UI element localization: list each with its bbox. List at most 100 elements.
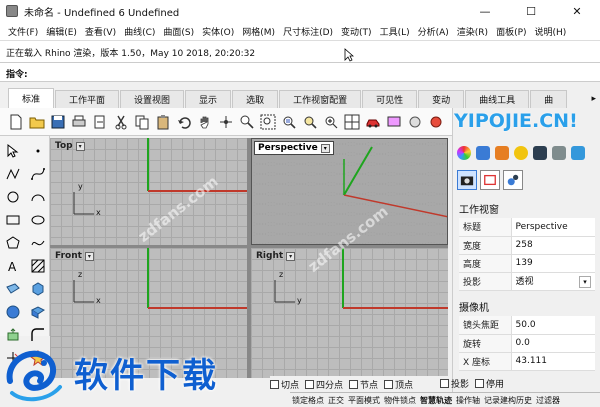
layers-icon[interactable]	[476, 146, 490, 160]
sun-icon[interactable]	[514, 146, 528, 160]
status-grid-snap[interactable]: 锁定格点	[290, 395, 326, 406]
hatch-icon[interactable]	[26, 255, 50, 277]
viewport-perspective-dropdown-icon[interactable]: ▾	[320, 143, 330, 153]
menu-edit[interactable]: 编辑(E)	[42, 25, 81, 38]
menu-render[interactable]: 渲染(R)	[453, 25, 492, 38]
chevron-down-icon[interactable]: ▾	[579, 276, 591, 288]
status-filter[interactable]: 过滤器	[534, 395, 562, 406]
osnap-vertex[interactable]: 顶点	[384, 378, 413, 391]
paste-icon[interactable]	[153, 112, 172, 131]
save-icon[interactable]	[48, 112, 67, 131]
viewport-right-dropdown-icon[interactable]: ▾	[286, 251, 296, 261]
free-curve-icon[interactable]	[26, 232, 50, 254]
prop-rotation-value[interactable]: 0.0	[510, 334, 595, 353]
mesh-icon[interactable]	[26, 301, 50, 323]
checkbox[interactable]	[440, 379, 449, 388]
cube-icon[interactable]	[26, 278, 50, 300]
viewport-perspective-title[interactable]: Perspective ▾	[254, 141, 334, 155]
viewport-right[interactable]: z y Right ▾	[251, 248, 448, 378]
prop-projection-select[interactable]: 透视 ▾	[510, 272, 595, 291]
close-button[interactable]: ✕	[554, 0, 600, 22]
render-icon[interactable]	[384, 112, 403, 131]
menu-view[interactable]: 查看(V)	[81, 25, 120, 38]
surface-icon[interactable]	[1, 278, 25, 300]
curve-icon[interactable]	[26, 163, 50, 185]
tab-visibility[interactable]: 可见性	[362, 90, 418, 108]
osnap-disable[interactable]: 停用	[475, 377, 504, 390]
tab-viewport-layout[interactable]: 工作视窗配置	[279, 90, 362, 108]
import-icon[interactable]	[90, 112, 109, 131]
tab-scroll-right-icon[interactable]: ▸	[587, 90, 600, 108]
tab-cplanes[interactable]: 工作平面	[55, 90, 120, 108]
tab-transform[interactable]: 变动	[418, 90, 465, 108]
ellipse-icon[interactable]	[26, 209, 50, 231]
menu-surface[interactable]: 曲面(S)	[159, 25, 198, 38]
zoom-extents-icon[interactable]	[279, 112, 298, 131]
status-gumball[interactable]: 操作轴	[454, 395, 482, 406]
shaded-icon[interactable]	[426, 112, 445, 131]
viewport-top-dropdown-icon[interactable]: ▾	[75, 141, 85, 151]
circle-icon[interactable]	[1, 186, 25, 208]
arc-icon[interactable]	[26, 186, 50, 208]
open-folder-icon[interactable]	[27, 112, 46, 131]
prop-width-value[interactable]: 258	[510, 236, 595, 255]
prop-x-coord-value[interactable]: 43.111	[510, 352, 595, 371]
render-settings-icon[interactable]	[571, 146, 585, 160]
status-planar[interactable]: 平面模式	[346, 395, 382, 406]
menu-tools[interactable]: 工具(L)	[376, 25, 414, 38]
status-ortho[interactable]: 正交	[326, 395, 346, 406]
tab-standard[interactable]: 标准	[8, 88, 55, 108]
prop-height-value[interactable]: 139	[510, 254, 595, 273]
menu-analyze[interactable]: 分析(A)	[414, 25, 453, 38]
groundplane-icon[interactable]	[552, 146, 566, 160]
new-file-icon[interactable]	[6, 112, 25, 131]
rectangle-icon[interactable]	[1, 209, 25, 231]
command-prompt[interactable]: 指令:	[0, 62, 600, 82]
print-icon[interactable]	[69, 112, 88, 131]
checkbox[interactable]	[475, 379, 485, 388]
tab-curve-tools[interactable]: 曲线工具	[465, 90, 530, 108]
tab-display[interactable]: 显示	[185, 90, 232, 108]
viewport-front-title[interactable]: Front ▾	[52, 250, 97, 262]
color-wheel-icon[interactable]	[457, 146, 471, 160]
select-arrow-icon[interactable]	[1, 140, 25, 162]
checkbox[interactable]	[305, 379, 315, 389]
zoom-window-icon[interactable]	[258, 112, 277, 131]
copy-icon[interactable]	[132, 112, 151, 131]
menu-dimension[interactable]: 尺寸标注(D)	[279, 25, 337, 38]
checkbox[interactable]	[384, 379, 394, 389]
text-icon[interactable]: A	[1, 255, 25, 277]
menu-solid[interactable]: 实体(O)	[198, 25, 238, 38]
tab-select[interactable]: 选取	[232, 90, 279, 108]
osnap-quadrant[interactable]: 四分点	[305, 378, 343, 391]
polyline-icon[interactable]	[1, 163, 25, 185]
osnap-project[interactable]: 投影	[440, 377, 469, 390]
tab-set-view[interactable]: 设置视图	[120, 90, 185, 108]
menu-panels[interactable]: 面板(P)	[492, 25, 530, 38]
osnap-knot[interactable]: 节点	[349, 378, 378, 391]
cut-icon[interactable]	[111, 112, 130, 131]
menu-file[interactable]: 文件(F)	[4, 25, 42, 38]
viewport-frame-icon[interactable]	[480, 170, 500, 190]
menu-transform[interactable]: 变动(T)	[337, 25, 376, 38]
zoom-all-icon[interactable]	[321, 112, 340, 131]
status-smart-track[interactable]: 智慧轨迹	[418, 395, 454, 406]
status-record-history[interactable]: 记录建构历史	[482, 395, 534, 406]
minimize-button[interactable]: —	[462, 0, 508, 22]
environment-icon[interactable]	[533, 146, 547, 160]
undo-icon[interactable]	[174, 112, 193, 131]
pan-hand-icon[interactable]	[195, 112, 214, 131]
viewport-right-title[interactable]: Right ▾	[253, 250, 298, 262]
four-viewports-icon[interactable]	[342, 112, 361, 131]
ghosted-icon[interactable]	[405, 112, 424, 131]
zoom-selected-icon[interactable]	[300, 112, 319, 131]
polygon-icon[interactable]	[1, 232, 25, 254]
menu-help[interactable]: 说明(H)	[531, 25, 571, 38]
sphere-solid-icon[interactable]	[1, 301, 25, 323]
car-render-icon[interactable]	[363, 112, 382, 131]
viewport-top-title[interactable]: Top ▾	[52, 140, 88, 152]
prop-title-value[interactable]: Perspective	[510, 218, 595, 237]
zoom-dynamic-icon[interactable]	[237, 112, 256, 131]
checkbox[interactable]	[349, 379, 359, 389]
object-props-icon[interactable]	[503, 170, 523, 190]
